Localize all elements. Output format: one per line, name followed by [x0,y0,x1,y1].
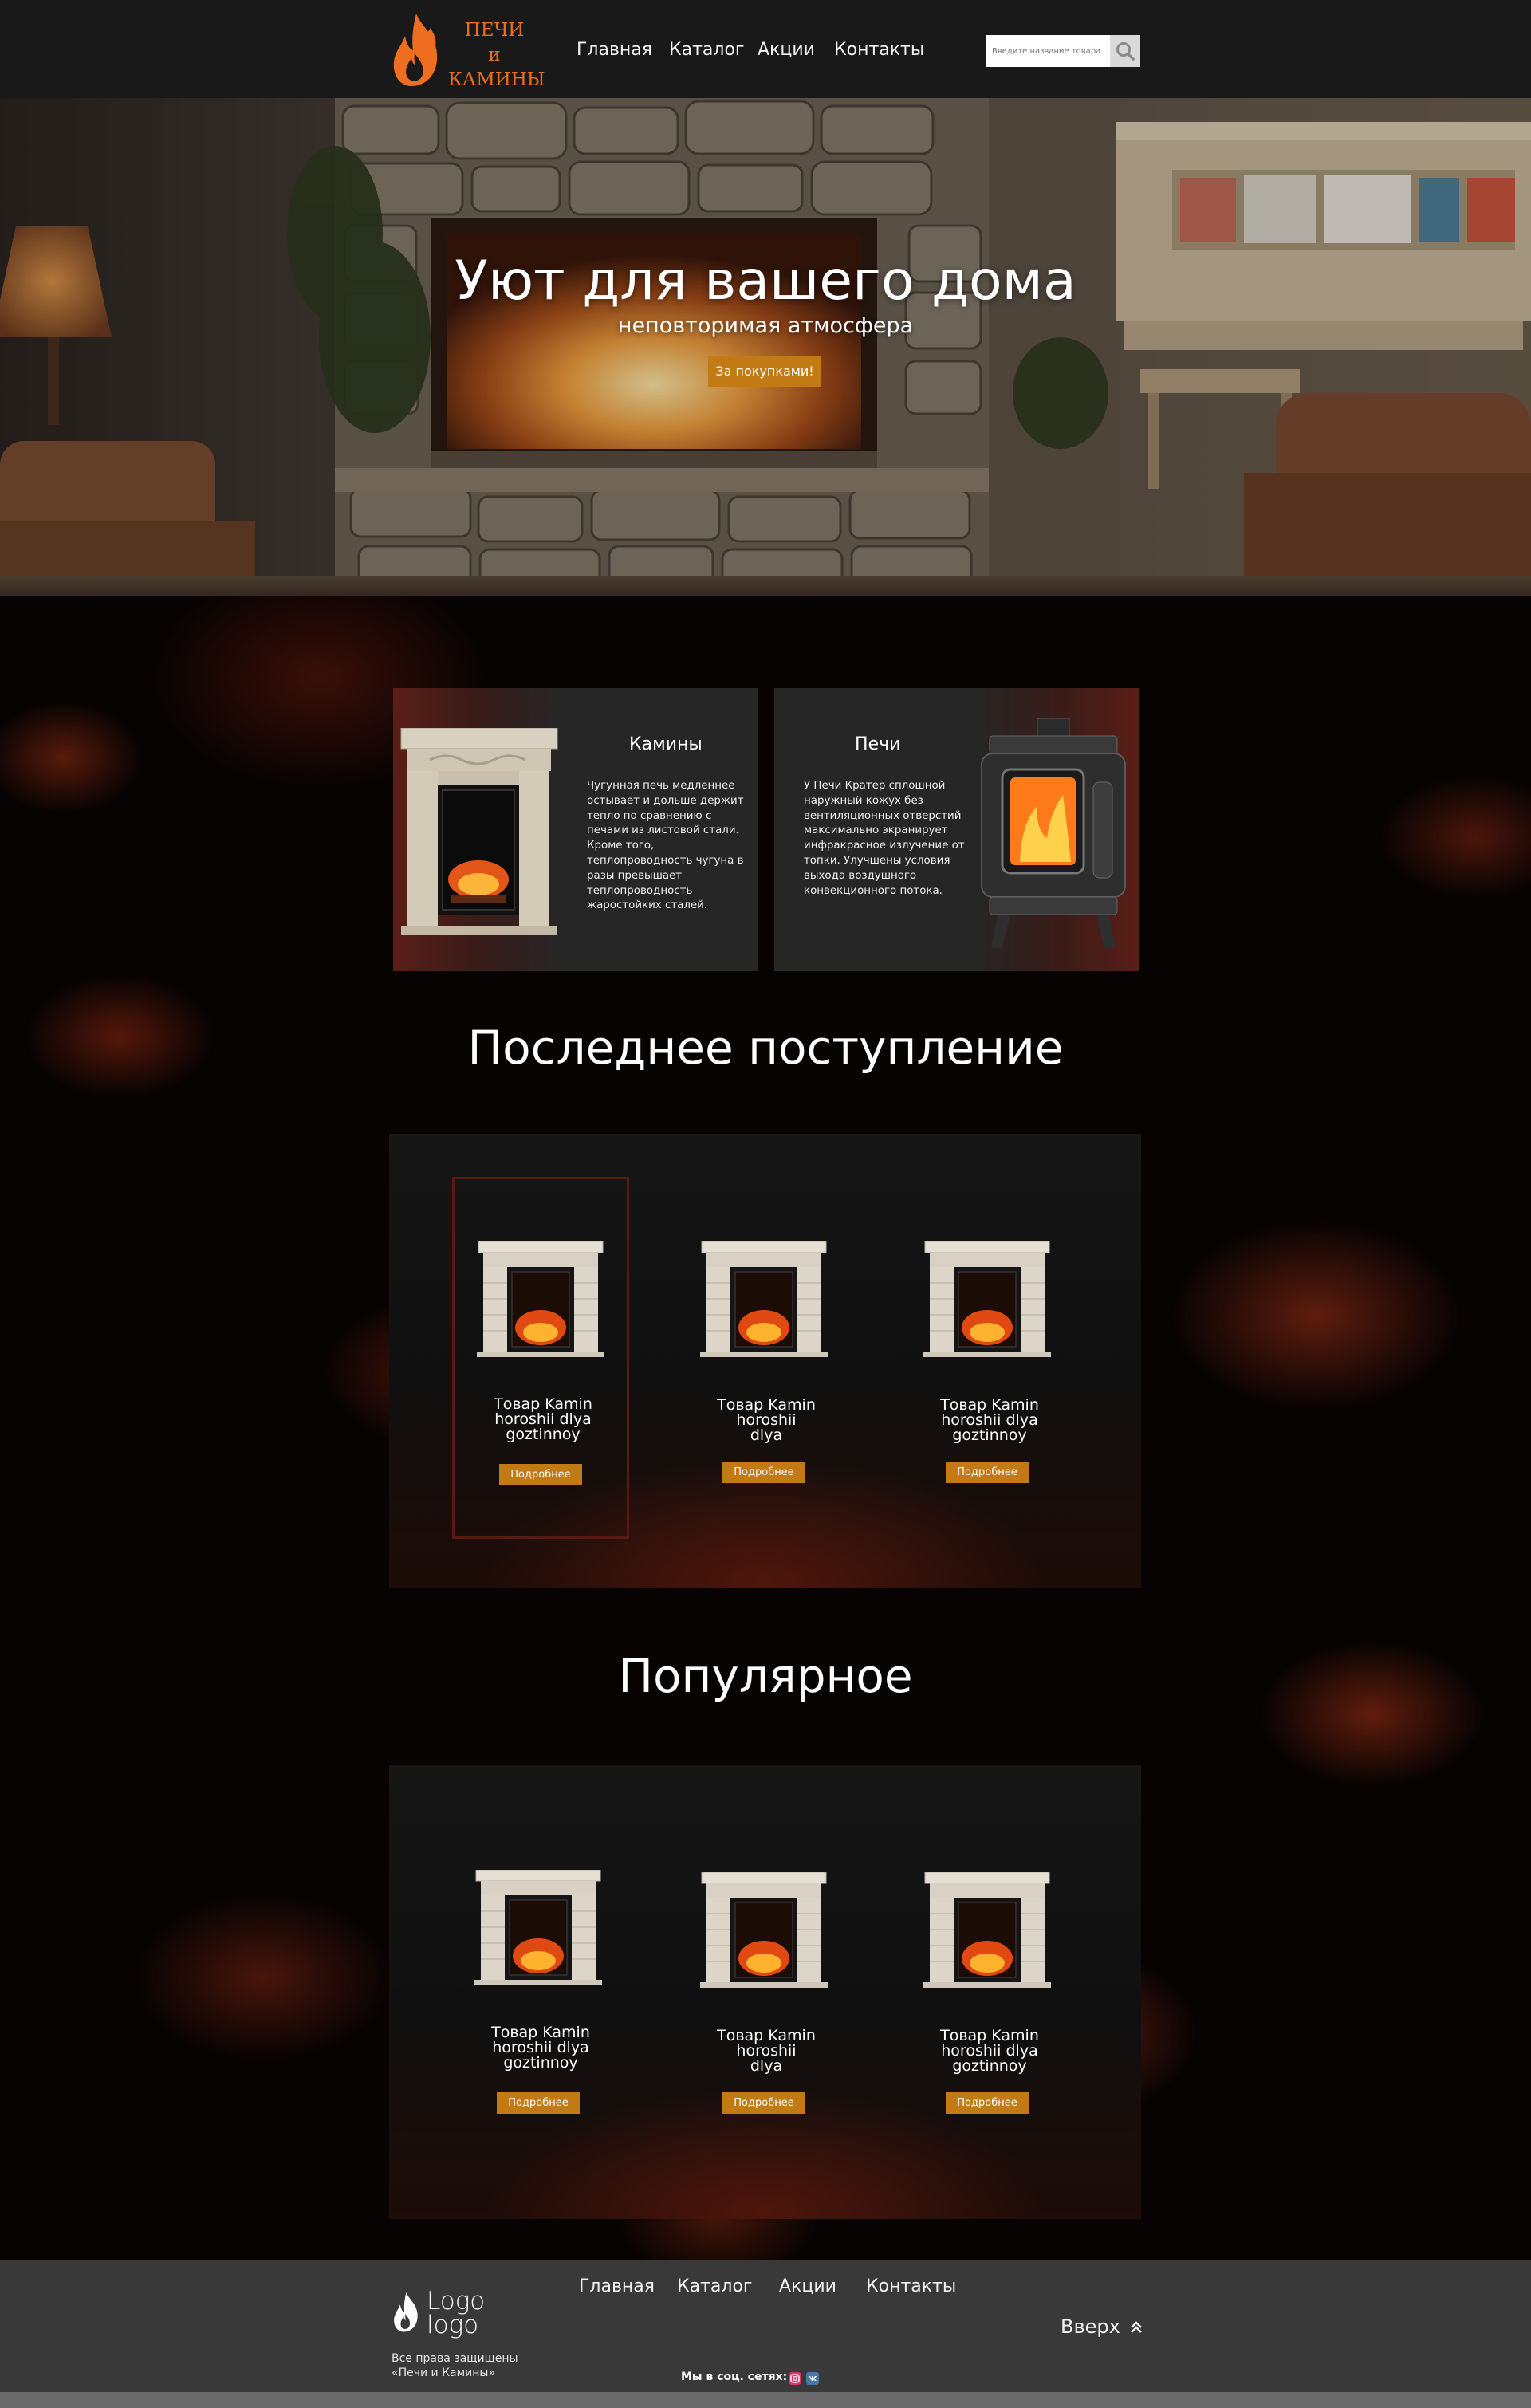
footer-logo-text: Logo logo [427,2287,486,2339]
flame-logo-icon [393,14,438,87]
product-name-line: goztinnoy [952,1426,1027,1444]
product-name-line: dlya [750,2057,783,2075]
site-logo[interactable]: ПЕЧИ и КАМИНЫ [389,12,545,92]
product-name: Товар Kamin horoshii dlya [678,2028,855,2074]
site-footer: Главная Каталог Акции Контакты Logo logo… [0,2260,1531,2392]
logo-text: ПЕЧИ и КАМИНЫ [448,18,545,92]
search-icon [1116,42,1135,61]
product-name-line: goztinnoy [506,1426,581,1443]
details-button[interactable]: Подробнее [722,2092,805,2114]
product-card[interactable]: Товар Kamin horoshii dlya goztinnoy Подр… [452,1808,629,2170]
back-to-top-button[interactable]: Вверх [1061,2316,1143,2338]
hero-banner: Уют для вашего дома неповторимая атмосфе… [0,98,1531,596]
hero-subtitle: неповторимая атмосфера [617,313,914,338]
nav-link-sales[interactable]: Акции [758,40,815,60]
footer-logo-line: Logo [427,2287,486,2316]
category-card-stoves[interactable]: Печи У Печи Кратер сплошной наружный кож… [774,688,1139,971]
product-name: Товар Kamin horoshii dlya goztinnoy [901,2028,1078,2074]
vk-icon[interactable] [806,2372,819,2385]
details-button[interactable]: Подробнее [946,2092,1029,2114]
instagram-icon[interactable] [789,2372,801,2385]
section-title-popular: Популярное [618,1649,913,1703]
logo-line: ПЕЧИ [464,20,525,41]
stove-image [981,718,1126,948]
logo-line: КАМИНЫ [448,69,545,90]
footer-logo[interactable]: Logo logo [392,2287,511,2339]
social-label: Мы в соц. сетях: [681,2371,788,2383]
product-fireplace-image [700,1241,828,1357]
hero-title: Уют для вашего дома [455,250,1076,313]
footer-link-home[interactable]: Главная [579,2276,655,2296]
site-header: ПЕЧИ и КАМИНЫ Главная Каталог Акции Конт… [0,0,1531,98]
product-name-line: dlya [750,1426,783,1444]
popular-products-panel: Товар Kamin horoshii dlya goztinnoy Подр… [389,1765,1141,2219]
details-button[interactable]: Подробнее [722,1462,805,1483]
copyright: Все права защищены «Печи и Камины» [392,2351,518,2380]
product-fireplace-image [700,1872,828,1988]
product-card[interactable]: Товар Kamin horoshii dlya goztinnoy Подр… [901,1177,1078,1539]
category-title: Печи [855,734,901,754]
copyright-line: «Печи и Камины» [392,2367,496,2379]
product-fireplace-image [923,1241,1051,1357]
category-title: Камины [629,734,703,754]
latest-products-panel: Товар Kamin horoshii dlya goztinnoy Подр… [389,1134,1141,1588]
details-button[interactable]: Подробнее [497,2092,580,2114]
category-description: У Печи Кратер сплошной наружный кожух бе… [804,780,965,897]
product-card[interactable]: Товар Kamin horoshii dlya Подробнее [678,1177,855,1539]
flame-logo-icon [394,2292,418,2332]
product-card[interactable]: Товар Kamin horoshii dlya goztinnoy Подр… [901,1808,1078,2170]
product-name: Товар Kamin horoshii dlya goztinnoy [455,1397,632,1442]
double-chevron-up-icon [1131,2321,1143,2333]
product-name-line: goztinnoy [952,2057,1027,2075]
fireplace-image [400,728,558,935]
nav-link-home[interactable]: Главная [577,40,652,60]
back-to-top-label: Вверх [1061,2316,1120,2338]
product-fireplace-image [477,1241,604,1357]
shop-now-button[interactable]: За покупками! [708,356,821,387]
product-fireplace-image [923,1872,1051,1988]
footer-logo-line: logo [427,2311,479,2339]
copyright-line: Все права защищены [392,2352,518,2365]
footer-link-contacts[interactable]: Контакты [866,2276,956,2296]
details-button[interactable]: Подробнее [946,1462,1029,1483]
product-name-line: goztinnoy [503,2054,578,2072]
product-card[interactable]: Товар Kamin horoshii dlya Подробнее [678,1808,855,2170]
product-card[interactable]: Товар Kamin horoshii dlya goztinnoy Подр… [452,1177,629,1539]
category-card-fireplaces[interactable]: Камины Чугунная печь медленнее остывает … [393,688,758,971]
search-box [986,35,1140,67]
hero-fireplace-image [0,98,1531,596]
product-fireplace-image [474,1870,602,1985]
category-description: Чугунная печь медленнее остывает и дольш… [587,780,744,912]
product-name: Товар Kamin horoshii dlya goztinnoy [901,1398,1078,1443]
section-title-latest: Последнее поступление [467,1021,1064,1075]
footer-link-sales[interactable]: Акции [779,2276,836,2296]
nav-link-catalog[interactable]: Каталог [669,40,744,60]
footer-link-catalog[interactable]: Каталог [677,2276,752,2296]
product-name: Товар Kamin horoshii dlya goztinnoy [452,2025,629,2071]
search-input[interactable] [986,35,1110,67]
details-button[interactable]: Подробнее [499,1464,582,1485]
nav-link-contacts[interactable]: Контакты [834,40,924,60]
search-button[interactable] [1110,35,1140,67]
logo-line: и [488,45,501,65]
footer-bottom-strip [0,2392,1531,2408]
product-name: Товар Kamin horoshii dlya [678,1398,855,1443]
